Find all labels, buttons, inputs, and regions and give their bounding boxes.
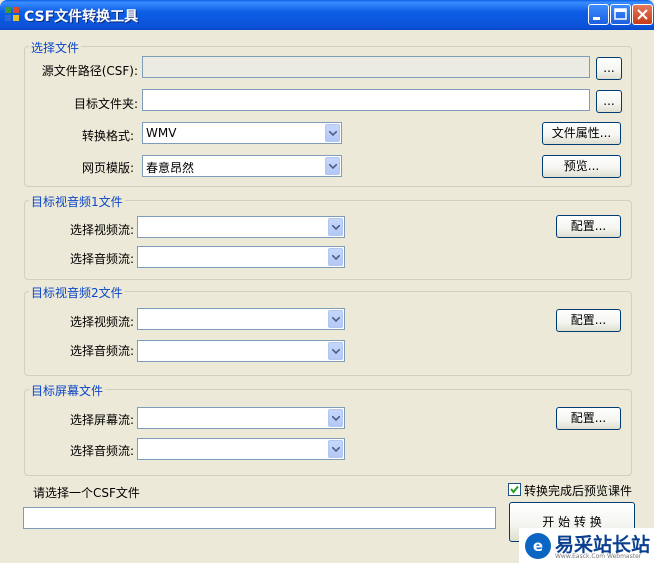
format-dropdown-button[interactable] [325,124,340,142]
screen-legend: 目标屏幕文件 [29,382,106,399]
screen-audio-dropdown-button[interactable] [328,440,343,458]
av2-audio-dropdown-button[interactable] [328,342,343,360]
file-properties-button[interactable]: 文件属性... [542,122,621,145]
chevron-down-icon [329,164,337,169]
av2-video-label: 选择视频流: [69,315,134,329]
screen-stream-select[interactable] [137,407,345,429]
av1-audio-label: 选择音频流: [69,252,134,266]
preview-after-label: 转换完成后预览课件 [524,484,633,498]
source-browse-button[interactable]: ... [596,57,622,80]
av2-config-button[interactable]: 配置... [556,309,621,332]
maximize-button[interactable] [610,4,631,25]
av1-audio-select[interactable] [137,246,345,268]
chevron-down-icon [332,225,340,230]
minimize-icon [593,17,600,20]
close-button[interactable] [632,4,653,25]
select-file-legend: 选择文件 [29,39,82,56]
av2-audio-label: 选择音频流: [69,344,134,358]
chevron-down-icon [332,255,340,260]
av1-video-select[interactable] [137,216,345,238]
av1-legend: 目标视音频1文件 [29,193,125,210]
close-icon [637,9,648,20]
screen-group [24,389,632,476]
screen-stream-dropdown-button[interactable] [328,409,343,427]
screen-audio-select[interactable] [137,438,345,460]
checkmark-icon [510,485,519,494]
av1-video-label: 选择视频流: [69,223,134,237]
template-value: 春意昂然 [146,161,195,175]
chevron-down-icon [332,349,340,354]
status-text: 请选择一个CSF文件 [33,486,140,500]
av2-legend: 目标视音频2文件 [29,284,125,301]
chevron-down-icon [332,447,340,452]
av1-config-button[interactable]: 配置... [556,215,621,238]
av2-audio-select[interactable] [137,340,345,362]
target-browse-button[interactable]: ... [596,90,622,113]
chevron-down-icon [332,416,340,421]
av1-audio-dropdown-button[interactable] [328,248,343,266]
chevron-down-icon [329,131,337,136]
source-path-field [142,56,590,78]
av2-video-dropdown-button[interactable] [328,310,343,328]
av1-video-dropdown-button[interactable] [328,218,343,236]
chevron-down-icon [332,317,340,322]
format-label: 转换格式: [81,129,134,143]
watermark-logo-icon: e [525,533,551,559]
title-bar[interactable]: CSF文件转换工具 [0,0,654,30]
av1-group [24,200,632,280]
av2-video-select[interactable] [137,308,345,330]
source-path-label: 源文件路径(CSF): [41,64,138,78]
minimize-button[interactable] [588,4,609,25]
maximize-icon [614,8,627,20]
progress-bar [23,507,496,529]
preview-after-checkbox[interactable] [508,483,521,496]
template-dropdown-button[interactable] [325,157,340,175]
target-folder-label: 目标文件夹: [73,97,138,111]
screen-audio-label: 选择音频流: [69,444,134,458]
av2-group [24,291,632,376]
template-select[interactable]: 春意昂然 [142,155,342,177]
app-window: CSF文件转换工具 选择文件 源文件路径(CSF): ... 目标文件夹: ..… [0,0,654,563]
watermark: e 易采站长站 Www.Easck.Com Webmaster [519,528,654,563]
screen-stream-label: 选择屏幕流: [69,413,134,427]
template-label: 网页模版: [81,161,134,175]
preview-button[interactable]: 预览... [542,155,621,178]
app-icon [5,7,19,21]
watermark-subtext: Www.Easck.Com Webmaster [555,553,642,560]
screen-config-button[interactable]: 配置... [556,407,621,430]
format-select[interactable]: WMV [142,122,342,144]
window-title: CSF文件转换工具 [24,9,139,25]
format-value: WMV [146,126,177,140]
target-folder-field[interactable] [142,89,590,111]
